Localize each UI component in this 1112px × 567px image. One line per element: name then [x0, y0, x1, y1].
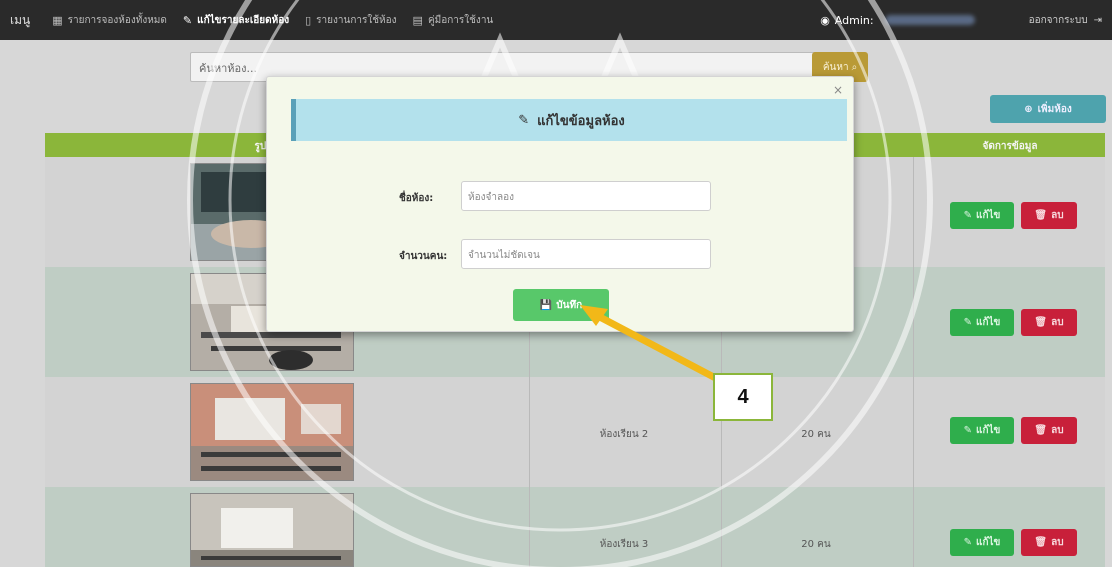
navbar: เมนู ▦ รายการจองห้องทั้งหมด ✎ แก้ไขรายละ…: [0, 0, 1112, 40]
room-name-label: ชื่อห้อง:: [399, 193, 434, 204]
nav-item-label: คู่มือการใช้งาน: [427, 14, 494, 26]
modal-header: ✎ แก้ไขข้อมูลห้อง: [291, 99, 847, 141]
nav-item-room-usage-report[interactable]: ▯ รายงานการใช้ห้อง: [297, 0, 404, 40]
delete-button[interactable]: 🗑 ลบ: [1021, 202, 1077, 229]
admin-label: Admin:: [834, 13, 874, 27]
file-icon: ▯: [305, 13, 312, 27]
plus-circle-icon: ⊕: [1024, 103, 1033, 115]
capacity-cell: 20 คน: [801, 539, 831, 550]
admin-name-redacted: [884, 15, 975, 25]
column-header-image: รูปภาพ: [45, 139, 285, 154]
nav-item-edit-room-details[interactable]: ✎ แก้ไขรายละเอียดห้อง: [175, 0, 297, 40]
search-button-label: ค้นหา: [822, 61, 849, 73]
logout-link[interactable]: ออกจากระบบ ⇥: [1029, 13, 1102, 28]
close-icon[interactable]: ×: [833, 83, 843, 97]
nav-item-user-manual[interactable]: ▤ คู่มือการใช้งาน: [405, 0, 502, 40]
search-icon: ⌕: [851, 61, 858, 73]
delete-button[interactable]: 🗑 ลบ: [1021, 529, 1077, 556]
nav-item-label: รายงานการใช้ห้อง: [316, 14, 397, 26]
room-photo: [190, 493, 354, 567]
save-icon: 💾: [539, 299, 553, 311]
edit-label: แก้ไข: [976, 317, 1001, 328]
trash-icon: 🗑: [1034, 425, 1048, 436]
delete-button[interactable]: 🗑 ลบ: [1021, 309, 1077, 336]
navbar-right: ◉ Admin: ออกจากระบบ ⇥: [820, 13, 1102, 28]
room-name-cell: ห้องเรียน 3: [599, 539, 649, 550]
nav-item-all-bookings[interactable]: ▦ รายการจองห้องทั้งหมด: [44, 0, 175, 40]
edit-button[interactable]: ✎ แก้ไข: [950, 202, 1014, 229]
edit-icon: ✎: [518, 112, 530, 128]
trash-icon: 🗑: [1034, 317, 1048, 328]
add-room-button[interactable]: ⊕ เพิ่มห้อง: [990, 95, 1106, 123]
edit-label: แก้ไข: [976, 537, 1001, 548]
delete-label: ลบ: [1051, 210, 1064, 221]
admin-info: ◉ Admin:: [820, 13, 975, 27]
step-number-callout: 4: [713, 373, 773, 421]
sign-out-icon: ⇥: [1093, 14, 1102, 26]
trash-icon: 🗑: [1034, 210, 1048, 221]
delete-label: ลบ: [1051, 317, 1064, 328]
edit-label: แก้ไข: [976, 425, 1001, 436]
room-name-value: ห้องจำลอง: [468, 192, 514, 203]
capacity-cell: 20 คน: [801, 429, 831, 440]
modal-title: แก้ไขข้อมูลห้อง: [537, 113, 625, 129]
edit-label: แก้ไข: [976, 210, 1001, 221]
room-name-field[interactable]: ห้องจำลอง: [461, 181, 711, 211]
delete-button[interactable]: 🗑 ลบ: [1021, 417, 1077, 444]
capacity-field[interactable]: จำนวนไม่ชัดเจน: [461, 239, 711, 269]
edit-icon: ✎: [963, 425, 972, 436]
trash-icon: 🗑: [1034, 537, 1048, 548]
table-row: ห้องเรียน 2 20 คน ✎ แก้ไข 🗑 ลบ: [45, 377, 1105, 487]
table-row: ห้องเรียน 3 20 คน ✎ แก้ไข 🗑 ลบ: [45, 487, 1105, 567]
edit-icon: ✎: [963, 317, 972, 328]
edit-icon: ✎: [182, 13, 193, 27]
edit-button[interactable]: ✎ แก้ไข: [950, 309, 1014, 336]
edit-icon: ✎: [963, 210, 972, 221]
user-circle-icon: ◉: [820, 13, 830, 27]
nav-item-label: รายการจองห้องทั้งหมด: [67, 14, 167, 26]
edit-room-modal: × ✎ แก้ไขข้อมูลห้อง ชื่อห้อง: ห้องจำลอง …: [266, 76, 854, 332]
step-number: 4: [737, 385, 749, 408]
book-icon: ▤: [412, 13, 423, 27]
delete-label: ลบ: [1051, 537, 1064, 548]
search-placeholder: ค้นหาห้อง...: [199, 62, 258, 75]
list-icon: ▦: [52, 13, 63, 27]
menu-brand[interactable]: เมนู: [10, 11, 30, 30]
edit-icon: ✎: [963, 537, 972, 548]
save-label: บันทึก: [556, 299, 583, 311]
edit-button[interactable]: ✎ แก้ไข: [950, 417, 1014, 444]
column-header-manage: จัดการข้อมูล: [982, 141, 1038, 152]
capacity-label: จำนวนคน:: [399, 251, 448, 262]
logout-label: ออกจากระบบ: [1028, 14, 1088, 26]
add-room-label: เพิ่มห้อง: [1037, 103, 1072, 115]
room-photo: [190, 383, 354, 481]
edit-button[interactable]: ✎ แก้ไข: [950, 529, 1014, 556]
capacity-value: จำนวนไม่ชัดเจน: [468, 250, 540, 261]
nav-item-label: แก้ไขรายละเอียดห้อง: [197, 14, 290, 26]
room-name-cell: ห้องเรียน 2: [599, 429, 649, 440]
delete-label: ลบ: [1051, 425, 1064, 436]
save-button[interactable]: 💾 บันทึก: [513, 289, 609, 321]
